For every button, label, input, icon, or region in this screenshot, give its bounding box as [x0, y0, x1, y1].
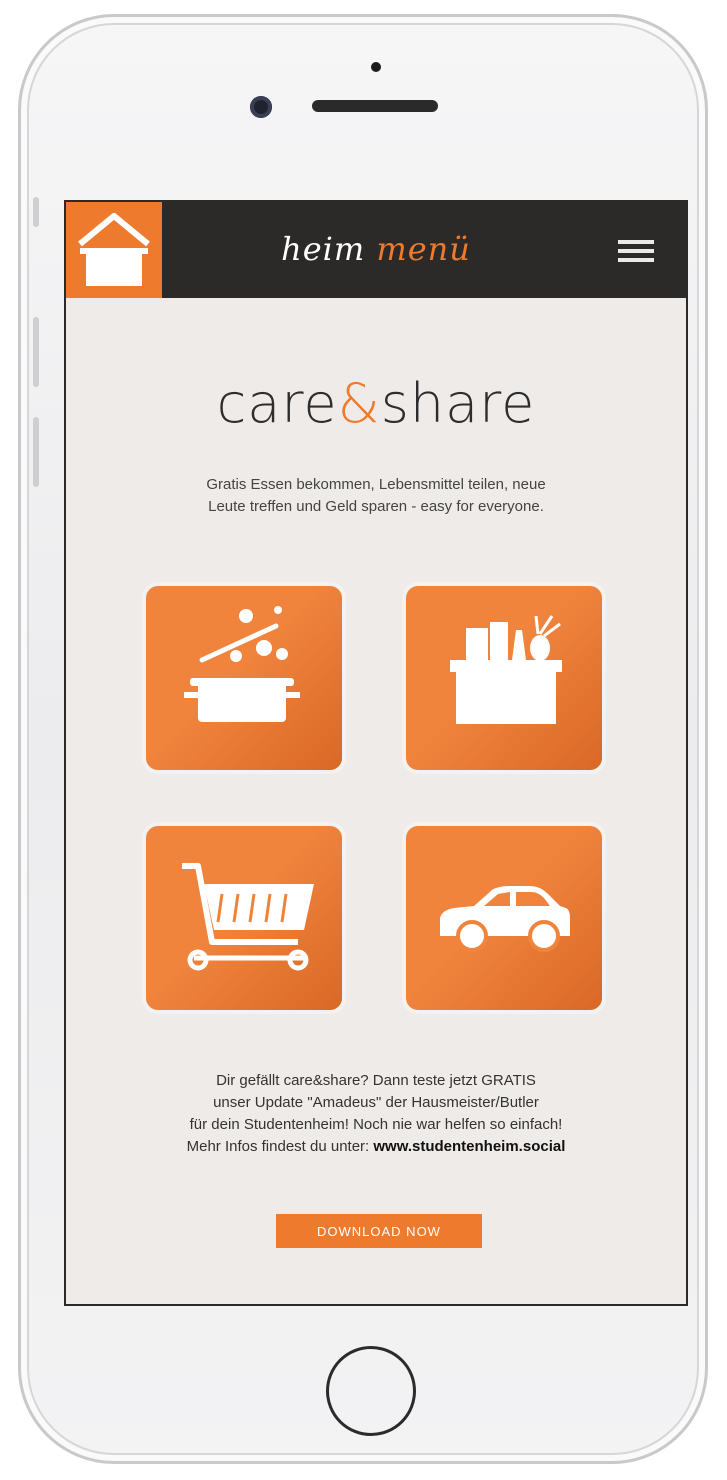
intro-line: Leute treffen und Geld sparen - easy for…	[208, 498, 544, 515]
proximity-sensor	[371, 62, 381, 72]
top-navbar: heim menü	[66, 202, 686, 298]
promo-text: Dir gefällt care&share? Dann teste jetzt…	[96, 1070, 656, 1158]
tile-cooking[interactable]	[146, 586, 342, 770]
promo-line: Mehr Infos findest du unter: www.student…	[96, 1136, 656, 1158]
shopping-cart-icon	[182, 863, 314, 971]
title-care: care	[216, 372, 338, 435]
promo-line: unser Update "Amadeus" der Hausmeister/B…	[213, 1094, 539, 1111]
home-button[interactable]	[326, 1346, 416, 1436]
car-icon	[440, 886, 570, 952]
app-logo: heim menü	[66, 230, 686, 268]
grocery-basket-icon	[450, 615, 562, 724]
title-share: share	[380, 372, 536, 435]
app-screen: heim menü care&share Gratis Essen bekomm…	[64, 200, 688, 1306]
front-camera	[250, 96, 272, 118]
promo-line: Dir gefällt care&share? Dann teste jetzt…	[216, 1072, 536, 1089]
page-title: care&share	[66, 372, 686, 435]
promo-line: für dein Studentenheim! Noch nie war hel…	[189, 1116, 563, 1133]
mute-switch	[33, 197, 39, 227]
intro-text: Gratis Essen bekommen, Lebensmittel teil…	[126, 474, 626, 518]
volume-up-button	[33, 317, 39, 387]
cooking-pot-icon	[184, 606, 300, 722]
promo-link-prefix: Mehr Infos findest du unter:	[186, 1138, 374, 1155]
download-now-button[interactable]: DOWNLOAD NOW	[276, 1214, 482, 1248]
volume-down-button	[33, 417, 39, 487]
tile-ride[interactable]	[406, 826, 602, 1010]
intro-line: Gratis Essen bekommen, Lebensmittel teil…	[206, 476, 546, 493]
logo-text-heim: heim	[281, 230, 366, 268]
logo-text-menu: menü	[376, 230, 471, 268]
title-ampersand: &	[337, 372, 381, 435]
hamburger-menu-icon[interactable]	[618, 240, 654, 264]
tile-groceries[interactable]	[406, 586, 602, 770]
tile-shopping[interactable]	[146, 826, 342, 1010]
website-link[interactable]: www.studentenheim.social	[373, 1138, 565, 1155]
earpiece-speaker	[312, 100, 438, 112]
